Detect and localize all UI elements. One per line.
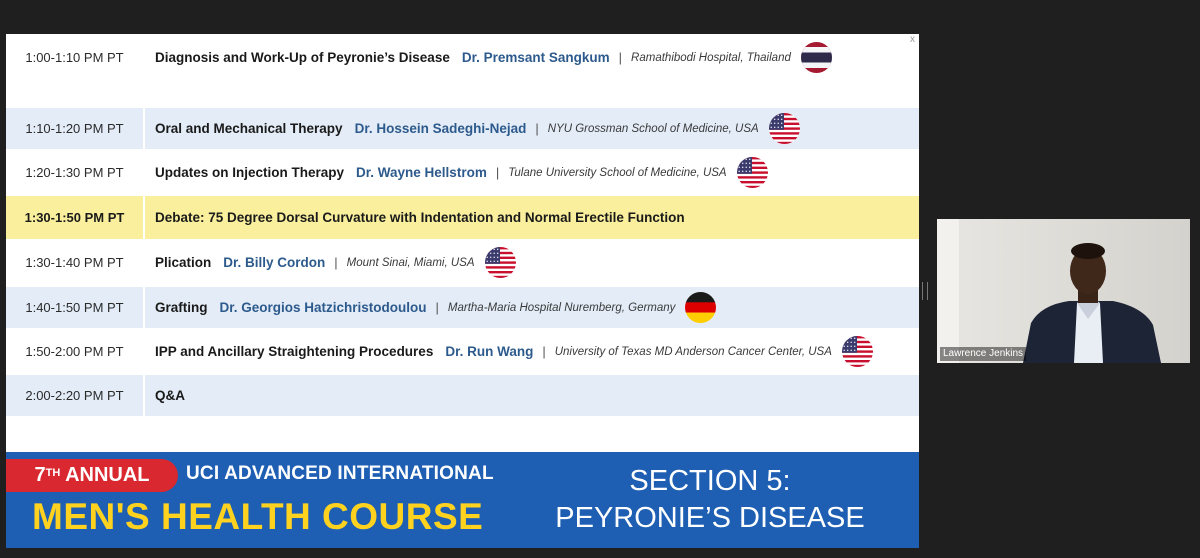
session-title: Oral and Mechanical Therapy: [155, 121, 343, 136]
session-title: Plication: [155, 255, 212, 270]
speaker-institution: Mount Sinai, Miami, USA: [346, 256, 475, 269]
session-title: Grafting: [155, 300, 208, 315]
session-details: Q&A: [145, 375, 919, 416]
separator: |: [495, 165, 500, 180]
participant-silhouette: [937, 219, 1161, 363]
session-details: Diagnosis and Work-Up of Peyronie’s Dise…: [145, 37, 919, 78]
separator: |: [435, 300, 439, 315]
uci-title: UCI ADVANCED INTERNATIONAL: [186, 463, 494, 484]
speaker-name: Dr. Run Wang: [445, 344, 534, 359]
session-details: Debate: 75 Degree Dorsal Curvature with …: [145, 196, 919, 239]
section-number: SECTION 5:: [629, 465, 791, 497]
schedule-row: 1:00-1:10 PM PT Diagnosis and Work-Up of …: [6, 37, 919, 78]
session-title: Updates on Injection Therapy: [155, 165, 345, 180]
session-time: 1:40-1:50 PM PT: [6, 287, 143, 328]
germany-flag-icon: [685, 292, 717, 323]
course-title: MEN'S HEALTH COURSE: [32, 496, 484, 537]
schedule-row: 1:20-1:30 PM PT Updates on Injection Ther…: [6, 152, 919, 193]
session-time: 1:00-1:10 PM PT: [25, 50, 124, 65]
session-title: Debate: 75 Degree Dorsal Curvature with …: [155, 210, 685, 225]
speaker-name: Dr. Billy Cordon: [223, 255, 326, 270]
participant-video-tile[interactable]: Lawrence Jenkins: [937, 219, 1190, 363]
session-details: IPP and Ancillary Straightening Procedur…: [145, 331, 919, 372]
schedule-row: 1:30-1:40 PM PT Plication Dr. Billy Cordon…: [6, 242, 919, 283]
section-title: PEYRONIE’S DISEASE: [555, 502, 865, 534]
speaker-institution: Martha-Maria Hospital Nuremberg, Germany: [447, 301, 676, 314]
session-time: 1:30-1:50 PM PT: [6, 196, 143, 239]
session-title: Q&A: [155, 388, 185, 403]
session-time: 1:50-2:00 PM PT: [25, 344, 124, 359]
session-time: 1:20-1:30 PM PT: [25, 165, 124, 180]
separator: |: [542, 344, 546, 359]
usa-flag-icon: [841, 336, 873, 367]
speaker-name: Dr. Wayne Hellstrom: [356, 165, 487, 180]
session-time: 2:00-2:20 PM PT: [6, 375, 143, 416]
session-details: Grafting Dr. Georgios Hatzichristodoulou |…: [145, 287, 919, 328]
annual-suffix: TH: [45, 467, 61, 479]
presentation-slide: x 1:00-1:10 PM PT Diagnosis and Work-Up o…: [6, 34, 919, 548]
session-details: Oral and Mechanical Therapy Dr. Hossein S…: [145, 108, 919, 149]
thailand-flag-icon: [800, 42, 832, 73]
annual-badge: 7TH ANNUAL: [6, 459, 178, 492]
schedule-row: 1:40-1:50 PM PT Grafting Dr. Georgios Hatz…: [6, 287, 919, 328]
participant-name-label: Lawrence Jenkins: [940, 347, 1027, 361]
schedule-row: 1:30-1:50 PM PT Debate: 75 Degree Dorsal …: [6, 196, 919, 239]
separator: |: [334, 255, 338, 270]
session-title: IPP and Ancillary Straightening Procedur…: [155, 344, 434, 359]
speaker-institution: Ramathibodi Hospital, Thailand: [631, 51, 791, 64]
session-details: Plication Dr. Billy Cordon | Mount Sinai, M…: [145, 242, 919, 283]
usa-flag-icon: [484, 247, 516, 278]
schedule-row: 1:10-1:20 PM PT Oral and Mechanical Thera…: [6, 108, 919, 149]
speaker-name: Dr. Hossein Sadeghi-Nejad: [354, 121, 527, 136]
panel-resize-handle[interactable]: [922, 282, 928, 300]
usa-flag-icon: [768, 113, 800, 144]
annual-number: 7: [34, 464, 46, 486]
schedule-row: 1:50-2:00 PM PT IPP and Ancillary Straigh…: [6, 331, 919, 372]
schedule-row: 2:00-2:20 PM PT Q&A: [6, 375, 919, 416]
annual-word: ANNUAL: [60, 464, 150, 486]
speaker-institution: Tulane University School of Medicine, US…: [508, 166, 727, 179]
speaker-institution: University of Texas MD Anderson Cancer C…: [554, 345, 832, 358]
speaker-institution: NYU Grossman School of Medicine, USA: [547, 122, 759, 135]
speaker-name: Dr. Georgios Hatzichristodoulou: [219, 300, 427, 315]
session-time: 1:30-1:40 PM PT: [25, 255, 124, 270]
speaker-name: Dr. Premsant Sangkum: [461, 50, 610, 65]
session-title: Diagnosis and Work-Up of Peyronie’s Dise…: [155, 50, 450, 65]
separator: |: [535, 121, 539, 136]
usa-flag-icon: [736, 157, 768, 188]
session-details: Updates on Injection Therapy Dr. Wayne He…: [145, 152, 919, 193]
course-banner: 7TH ANNUAL UCI ADVANCED INTERNATIONAL ME…: [6, 452, 919, 548]
separator: |: [618, 50, 623, 65]
session-time: 1:10-1:20 PM PT: [6, 108, 143, 149]
